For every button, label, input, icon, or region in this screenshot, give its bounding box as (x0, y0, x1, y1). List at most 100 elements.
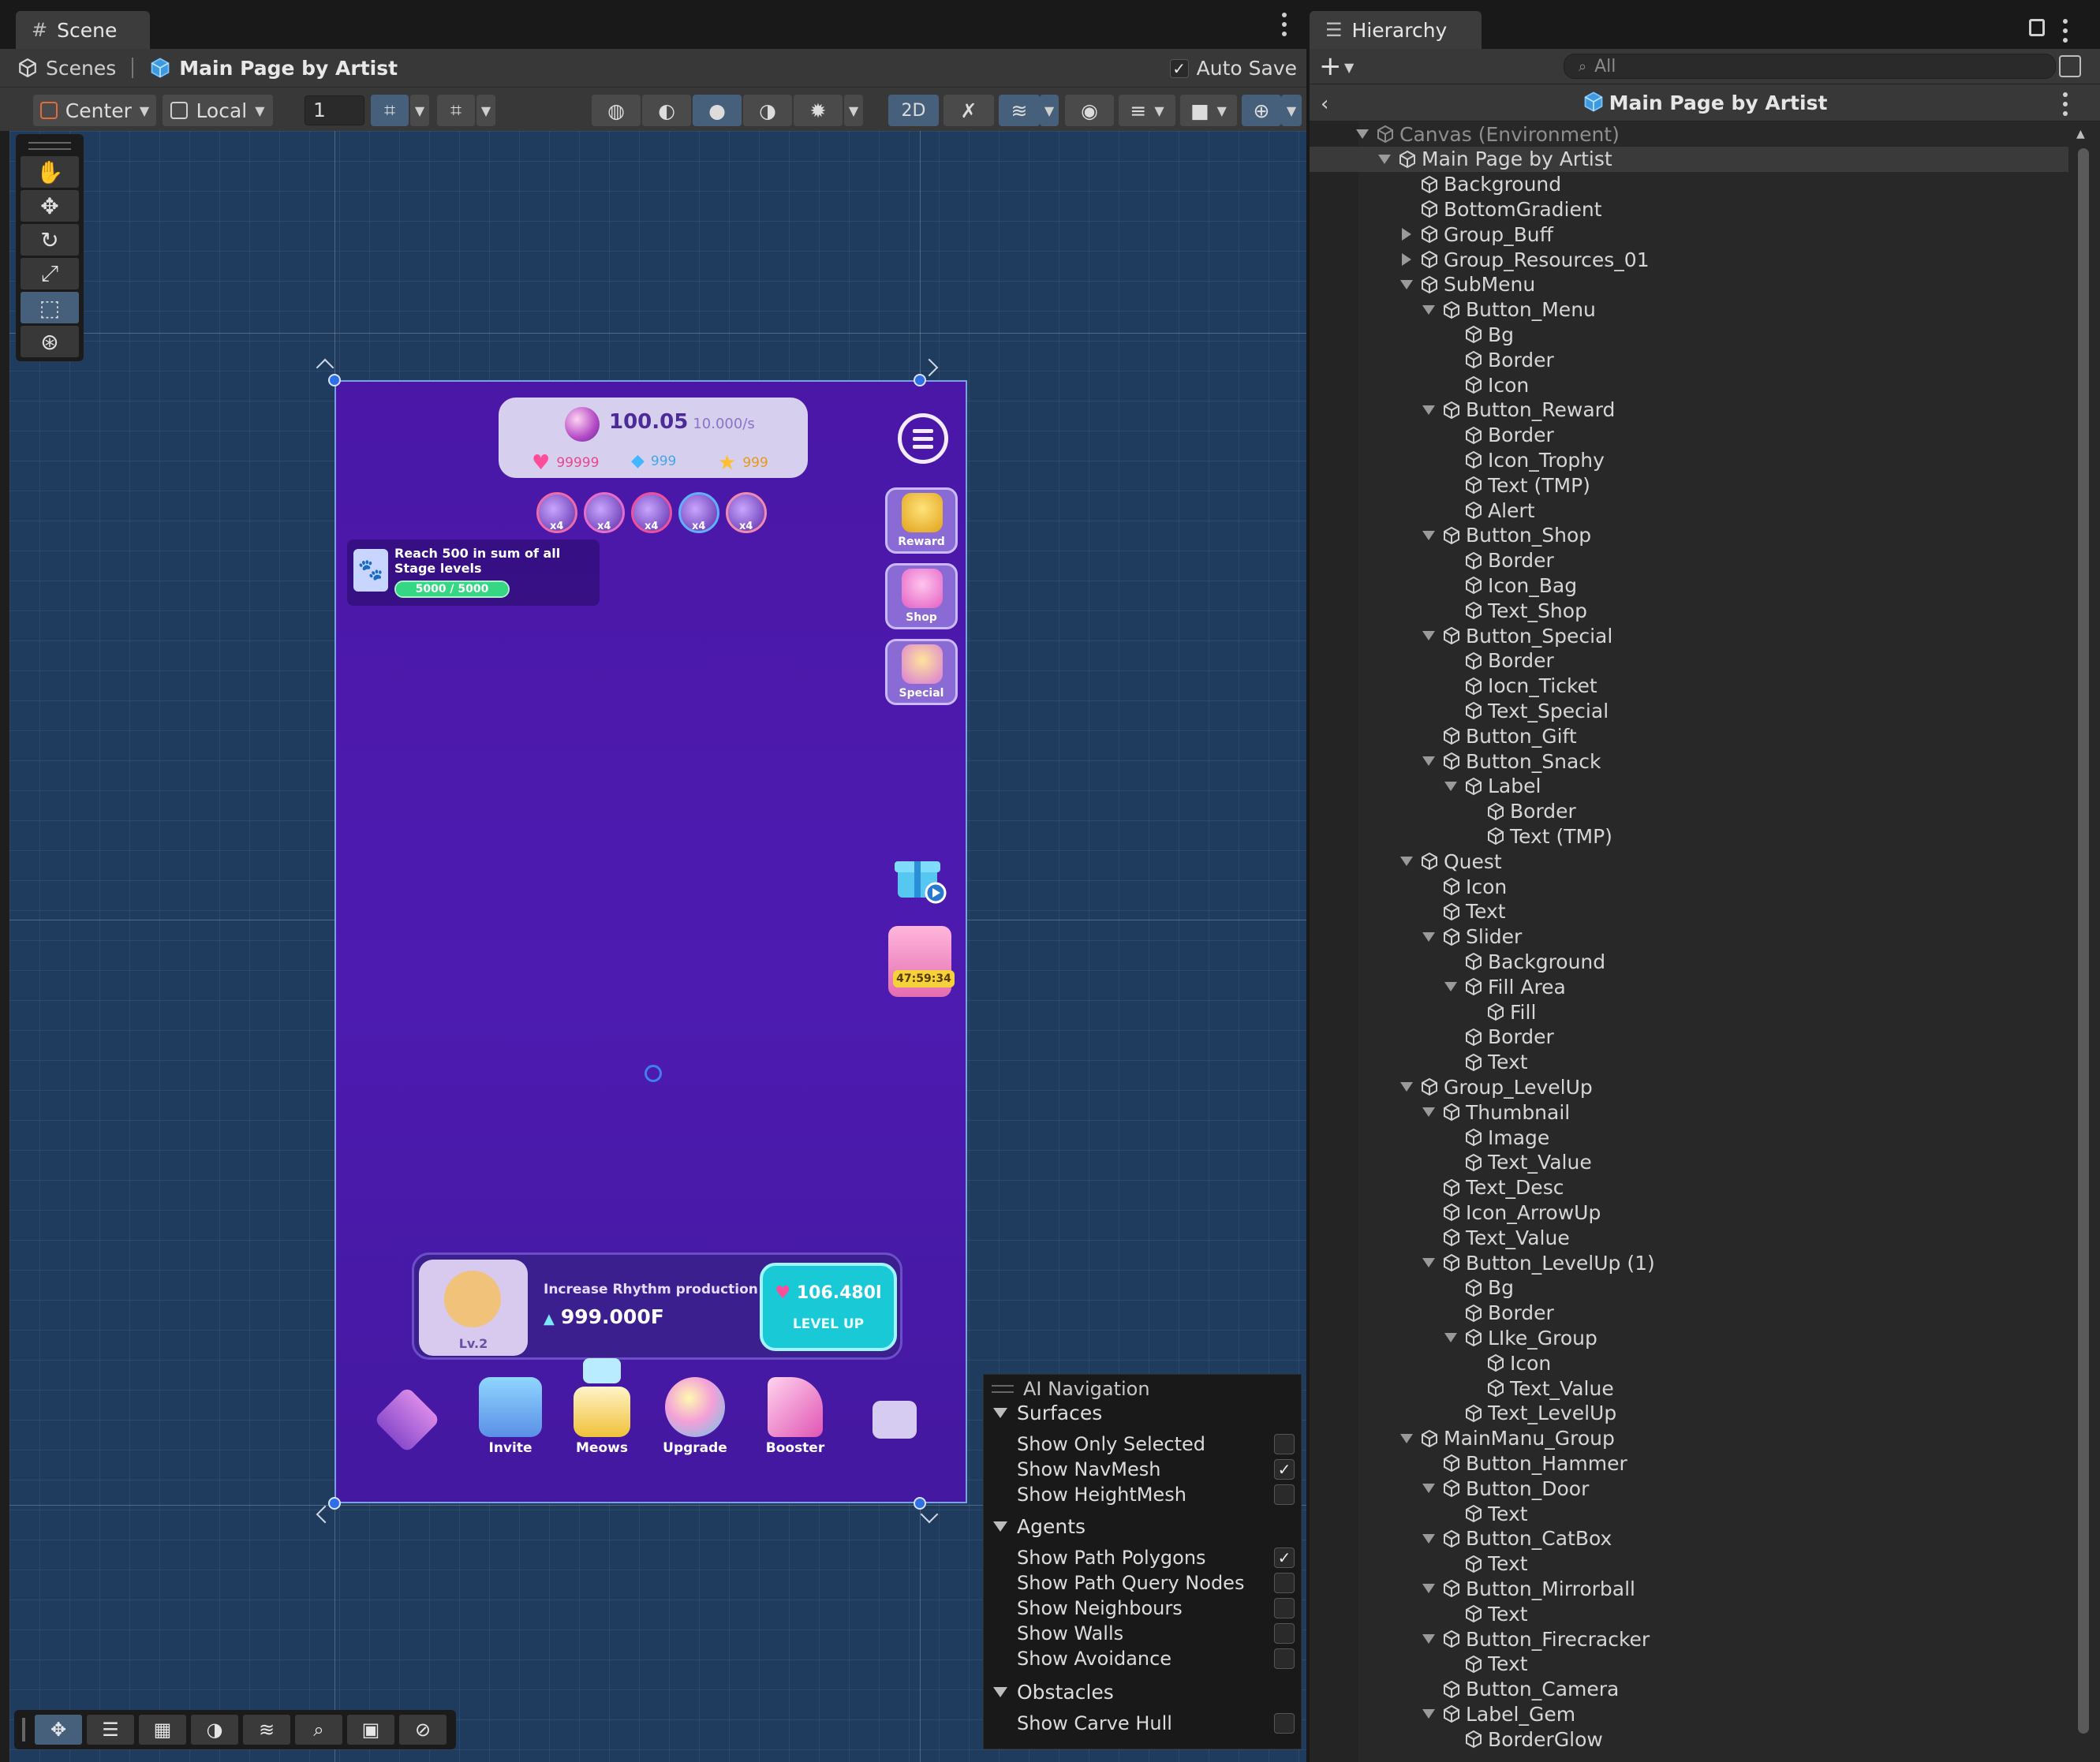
pivot-mode-dropdown[interactable]: Center ▼ (33, 95, 156, 126)
hand-tool-icon[interactable]: ✋ (21, 156, 79, 188)
hierarchy-node[interactable]: Fill Area (1310, 974, 2068, 999)
expand-down-icon[interactable] (1420, 1103, 1437, 1121)
search-input[interactable]: ⌕ All (1564, 54, 2056, 79)
wireframe-shading-icon[interactable]: ◍ (592, 95, 641, 126)
hierarchy-node[interactable]: Quest (1310, 849, 2068, 874)
layers-overlay-icon[interactable]: ≋ (243, 1715, 290, 1745)
row-show-navmesh[interactable]: Show NavMesh ✓ (1017, 1457, 1295, 1482)
expand-down-icon[interactable] (1420, 1705, 1437, 1723)
expand-down-icon[interactable] (1420, 401, 1437, 419)
audio-effects-icon[interactable]: ≋ (999, 95, 1040, 126)
hierarchy-node[interactable]: SubMenu (1310, 272, 2068, 297)
show-neighbours-checkbox[interactable] (1274, 1598, 1295, 1618)
menu-button[interactable] (898, 413, 948, 464)
hierarchy-node[interactable]: Bg (1310, 1275, 2068, 1301)
scrollbar-thumb[interactable] (2078, 148, 2089, 1734)
hierarchy-node[interactable]: Image (1310, 1125, 2068, 1150)
game-canvas[interactable]: 100.05 10.000/s ♥ 99999 ◆ 999 ★ 999 x4 x… (334, 380, 967, 1503)
grid-snap-input[interactable]: 1 (305, 95, 364, 125)
hierarchy-node[interactable]: Slider (1310, 924, 2068, 950)
expand-down-icon[interactable] (1420, 1580, 1437, 1597)
auto-save-checkbox[interactable]: ✓ (1169, 58, 1189, 78)
hierarchy-node[interactable]: Border (1310, 548, 2068, 573)
hierarchy-node[interactable]: Button_Shop (1310, 523, 2068, 548)
show-carve-hull-checkbox[interactable] (1274, 1713, 1295, 1734)
rect-pivot-icon[interactable] (645, 1065, 662, 1082)
show-path-query-nodes-checkbox[interactable] (1274, 1573, 1295, 1593)
debug-draw-icon[interactable]: ✹ (794, 95, 843, 126)
row-show-carve-hull[interactable]: Show Carve Hull (1017, 1711, 1295, 1736)
hierarchy-node[interactable]: Button_Hammer (1310, 1450, 2068, 1476)
upgrade-button[interactable]: Upgrade (660, 1377, 731, 1456)
hierarchy-node[interactable]: Text (1310, 1551, 2068, 1577)
hierarchy-node[interactable]: Button_Door (1310, 1476, 2068, 1501)
hierarchy-node[interactable]: Icon_Trophy (1310, 447, 2068, 472)
hierarchy-node[interactable]: Text (1310, 899, 2068, 924)
expand-down-icon[interactable] (1420, 301, 1437, 319)
lock-icon[interactable] (2029, 19, 2045, 36)
buff-icon[interactable]: x4 (678, 492, 719, 533)
mode-2d-toggle[interactable]: 2D (888, 95, 939, 126)
hierarchy-node[interactable]: Text_Shop (1310, 598, 2068, 623)
hierarchy-node[interactable]: BottomGradient (1310, 196, 2068, 222)
hierarchy-node[interactable]: Text_Value (1310, 1376, 2068, 1401)
hierarchy-node[interactable]: Main Page by Artist (1310, 146, 2068, 172)
camera-button[interactable] (873, 1401, 917, 1439)
hierarchy-node[interactable]: Border (1310, 648, 2068, 674)
grid-snap-icon[interactable]: ⌗ (371, 95, 409, 126)
quest-panel[interactable]: 🐾 Reach 500 in sum of all Stage levels 5… (347, 539, 600, 606)
rect-handle[interactable] (328, 374, 341, 386)
hierarchy-node[interactable]: Text (1310, 1501, 2068, 1526)
expand-down-icon[interactable] (1420, 627, 1437, 644)
hierarchy-node[interactable]: Group_Resources_01 (1310, 247, 2068, 272)
anchor-handle[interactable] (920, 358, 939, 377)
expand-down-icon[interactable] (1442, 978, 1459, 995)
hierarchy-more-icon[interactable] (2062, 19, 2068, 43)
scroll-up-icon[interactable]: ▲ (2076, 128, 2085, 140)
rect-handle[interactable] (328, 1497, 341, 1510)
layers-icon[interactable]: ≡ ▼ (1119, 95, 1175, 126)
hierarchy-node[interactable]: Button_LevelUp (1) (1310, 1250, 2068, 1275)
hierarchy-node[interactable]: BorderGlow (1310, 1727, 2068, 1752)
grip-icon[interactable] (22, 1718, 25, 1741)
hierarchy-node[interactable]: Text (TMP) (1310, 472, 2068, 498)
expand-right-icon[interactable] (1398, 251, 1415, 268)
row-show-path-query-nodes[interactable]: Show Path Query Nodes (1017, 1570, 1295, 1596)
meows-button[interactable]: Meows (566, 1358, 637, 1456)
palette-grip[interactable] (28, 142, 71, 150)
hierarchy-node[interactable]: Button_Reward (1310, 398, 2068, 423)
breadcrumb-scenes[interactable]: Scenes (17, 57, 116, 80)
hierarchy-node[interactable]: Text (1310, 1652, 2068, 1677)
rect-tool-icon[interactable]: ⬚ (21, 292, 79, 323)
rect-handle[interactable] (914, 1497, 926, 1510)
navigation-overlay-icon[interactable]: ⊘ (399, 1715, 447, 1745)
hierarchy-node[interactable]: Icon_ArrowUp (1310, 1200, 2068, 1225)
hierarchy-node[interactable]: Icon_Bag (1310, 573, 2068, 598)
row-show-only-selected[interactable]: Show Only Selected (1017, 1432, 1295, 1457)
increment-snap-icon[interactable]: ⌗ (437, 95, 475, 126)
hierarchy-node[interactable]: Text (1310, 1601, 2068, 1626)
level-thumbnail[interactable]: Lv.2 (419, 1260, 528, 1356)
hierarchy-node[interactable]: Border (1310, 1025, 2068, 1050)
hierarchy-node[interactable]: Button_Firecracker (1310, 1626, 2068, 1652)
breadcrumb-current[interactable]: Main Page by Artist (149, 57, 398, 80)
expand-down-icon[interactable] (1420, 1630, 1437, 1648)
search-overlay-icon[interactable]: ⌕ (295, 1715, 342, 1745)
hierarchy-node[interactable]: Border (1310, 423, 2068, 448)
tab-hierarchy[interactable]: ☰ Hierarchy (1310, 11, 1482, 49)
hierarchy-node[interactable]: Icon (1310, 874, 2068, 899)
show-avoidance-checkbox[interactable] (1274, 1648, 1295, 1669)
move-overlay-icon[interactable]: ✥ (35, 1715, 82, 1745)
lighting-overlay-icon[interactable]: ◑ (191, 1715, 238, 1745)
camera-overlay-icon[interactable]: ▣ (347, 1715, 394, 1745)
row-show-heightmesh[interactable]: Show HeightMesh (1017, 1482, 1295, 1507)
grid-overlay-icon[interactable]: ▦ (139, 1715, 186, 1745)
row-show-path-polygons[interactable]: Show Path Polygons ✓ (1017, 1545, 1295, 1570)
hierarchy-scrollbar[interactable]: ▲ (2068, 121, 2100, 1762)
pivot-rotation-dropdown[interactable]: Local ▼ (163, 95, 273, 126)
scene-picker-icon[interactable] (2059, 55, 2081, 77)
shaded-icon[interactable]: ● (693, 95, 742, 126)
hierarchy-node[interactable]: Icon (1310, 1350, 2068, 1376)
expand-down-icon[interactable] (1398, 276, 1415, 293)
expand-down-icon[interactable] (1420, 527, 1437, 544)
